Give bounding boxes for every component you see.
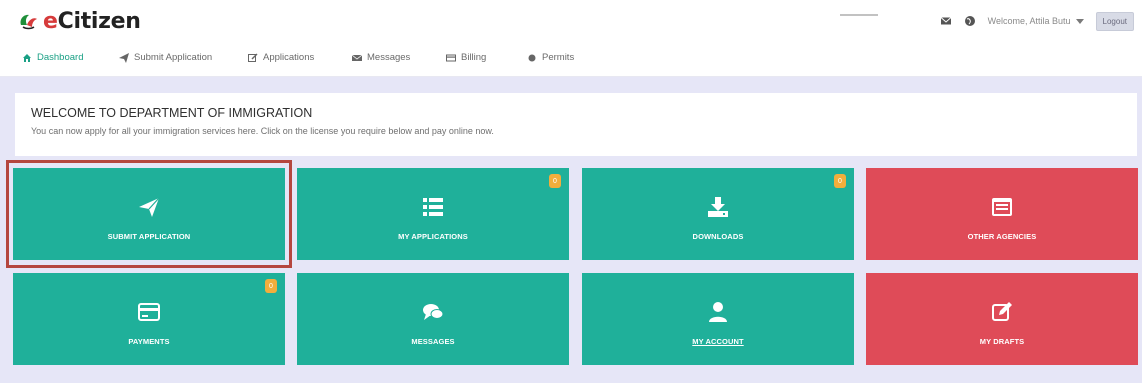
- tile-label: PAYMENTS: [128, 337, 170, 346]
- count-badge: 0: [834, 174, 846, 188]
- chat-icon: [423, 304, 444, 320]
- ecitizen-logo[interactable]: eCitizen: [17, 6, 141, 36]
- globe-icon[interactable]: [964, 15, 976, 27]
- edit-icon: [248, 53, 258, 62]
- chevron-down-icon: [1075, 18, 1084, 24]
- count-badge: 0: [549, 174, 561, 188]
- tile-label: MY DRAFTS: [979, 337, 1025, 346]
- nav-item-dashboard[interactable]: Dashboard: [22, 52, 83, 63]
- tile-my-account[interactable]: MY ACCOUNT: [582, 273, 854, 365]
- ecitizen-emblem-icon: [20, 14, 37, 30]
- circle-icon: [528, 54, 536, 61]
- count-badge: 0: [265, 279, 277, 293]
- user-menu[interactable]: Welcome, Attila Butu: [988, 16, 1084, 26]
- mail-icon: [352, 54, 362, 61]
- nav-item-billing[interactable]: Billing: [446, 52, 486, 63]
- send-icon: [119, 52, 129, 63]
- tile-label: SUBMIT APPLICATION: [107, 232, 191, 241]
- credit-card-icon: [138, 303, 160, 321]
- window-icon: [992, 198, 1012, 216]
- tile-messages[interactable]: MESSAGES: [297, 273, 569, 365]
- paper-plane-icon: [139, 197, 160, 217]
- logo-text: eCitizen: [43, 8, 141, 34]
- tile-label: MY APPLICATIONS: [398, 232, 468, 241]
- download-icon: [708, 197, 728, 217]
- tile-label: MESSAGES: [411, 337, 455, 346]
- tile-my-applications[interactable]: 0 MY APPLICATIONS: [297, 168, 569, 260]
- welcome-text: Welcome, Attila Butu: [987, 16, 1071, 26]
- list-icon: [423, 198, 443, 216]
- tile-other-agencies[interactable]: OTHER AGENCIES: [866, 168, 1138, 260]
- tile-label: MY ACCOUNT: [692, 337, 744, 346]
- main-nav: Dashboard Submit Application Application…: [0, 40, 1142, 77]
- home-icon: [23, 53, 31, 62]
- tile-downloads[interactable]: 0 DOWNLOADS: [582, 168, 854, 260]
- tile-my-drafts[interactable]: MY DRAFTS: [866, 273, 1138, 365]
- top-header: eCitizen Welcome, Attila Butu Logout: [0, 0, 1142, 40]
- page-subtitle: You can now apply for all your immigrati…: [31, 126, 494, 136]
- nav-item-messages[interactable]: Messages: [352, 52, 410, 63]
- nav-item-submit-application[interactable]: Submit Application: [119, 52, 212, 63]
- nav-item-permits[interactable]: Permits: [527, 52, 574, 63]
- tile-payments[interactable]: 0 PAYMENTS: [13, 273, 285, 365]
- tile-label: DOWNLOADS: [692, 232, 744, 241]
- tile-submit-application[interactable]: SUBMIT APPLICATION: [13, 168, 285, 260]
- header-divider: [840, 14, 878, 16]
- page-title: WELCOME TO DEPARTMENT OF IMMIGRATION: [31, 106, 313, 120]
- welcome-panel: WELCOME TO DEPARTMENT OF IMMIGRATION You…: [15, 93, 1137, 156]
- tile-label: OTHER AGENCIES: [967, 232, 1037, 241]
- user-icon: [709, 302, 727, 322]
- pencil-square-icon: [992, 302, 1012, 321]
- header-actions: Welcome, Attila Butu Logout: [940, 10, 1134, 32]
- card-icon: [446, 54, 456, 61]
- logout-button[interactable]: Logout: [1095, 11, 1134, 31]
- nav-item-applications[interactable]: Applications: [248, 52, 314, 63]
- envelope-icon[interactable]: [940, 15, 952, 27]
